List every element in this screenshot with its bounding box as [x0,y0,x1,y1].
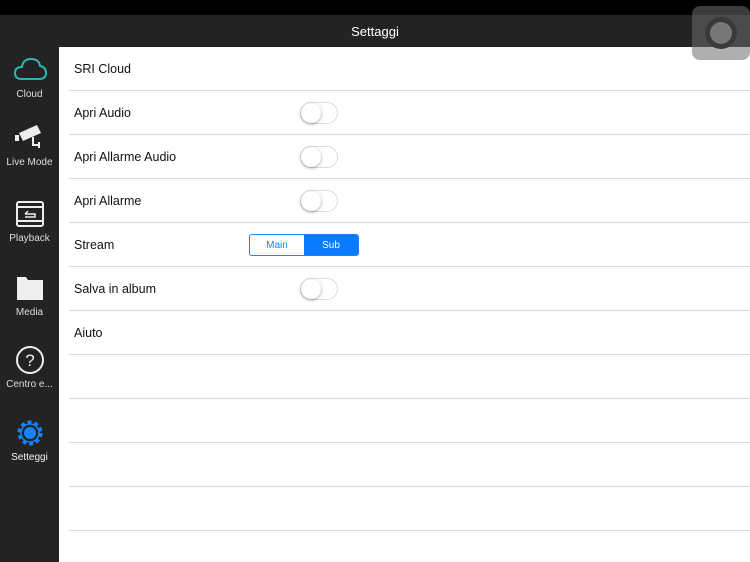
sidebar-item-settings[interactable]: Setteggi [0,418,59,488]
salva-album-toggle[interactable] [300,278,338,300]
settings-list: SRI Cloud Apri Audio Apri Allarme Audio … [59,47,750,562]
sidebar-item-label: Centro e... [6,379,53,390]
empty-row [59,487,750,531]
empty-row [59,399,750,443]
row-apri-audio: Apri Audio [59,91,750,135]
stream-sub-option[interactable]: Sub [304,235,358,255]
svg-text:?: ? [25,351,34,370]
row-label: Salva in album [74,282,156,296]
row-label: Aiuto [74,326,103,340]
row-apri-allarme: Apri Allarme [59,179,750,223]
sidebar-item-label: Setteggi [11,452,48,463]
help-icon: ? [15,346,44,374]
folder-icon [16,277,43,300]
sidebar-item-label: Live Mode [6,157,53,168]
cloud-icon [13,57,47,80]
sidebar-item-label: Media [15,307,44,318]
apri-allarme-toggle[interactable] [300,190,338,212]
playback-icon [15,201,44,227]
row-label: Apri Allarme [74,194,142,208]
row-stream: Stream Main Sub [59,223,750,267]
sidebar-item-live-mode[interactable]: Live Mode [0,123,59,193]
stream-main-option[interactable]: Main [250,235,304,255]
sidebar-item-playback[interactable]: Playback [0,199,59,269]
status-bar [0,0,750,15]
apri-allarme-audio-toggle[interactable] [300,146,338,168]
row-label: Apri Audio [74,106,131,120]
nav-bar: Settaggi [0,15,750,47]
page-title: Settaggi [351,23,399,39]
stream-segmented-control[interactable]: Main Sub [249,234,359,256]
sidebar-item-media[interactable]: Media [0,273,59,343]
sidebar-item-label: Cloud [16,89,43,100]
row-sri-cloud[interactable]: SRI Cloud [59,47,750,91]
sidebar: Cloud Live Mode Playback Media ? Centro … [0,47,59,562]
row-label: Apri Allarme Audio [74,150,177,164]
row-aiuto[interactable]: Aiuto [59,311,750,355]
sidebar-item-label: Playback [9,233,50,244]
sidebar-item-cloud[interactable]: Cloud [0,55,59,125]
row-apri-allarme-audio: Apri Allarme Audio [59,135,750,179]
empty-row [59,355,750,399]
row-label: SRI Cloud [74,62,131,76]
gear-icon [17,420,42,446]
empty-row [59,443,750,487]
assistive-touch-button[interactable] [692,6,750,60]
apri-audio-toggle[interactable] [300,102,338,124]
sidebar-item-help-center[interactable]: ? Centro e... [0,345,59,415]
row-label: Stream [74,238,115,252]
camera-icon [14,125,41,148]
row-salva-album: Salva in album [59,267,750,311]
